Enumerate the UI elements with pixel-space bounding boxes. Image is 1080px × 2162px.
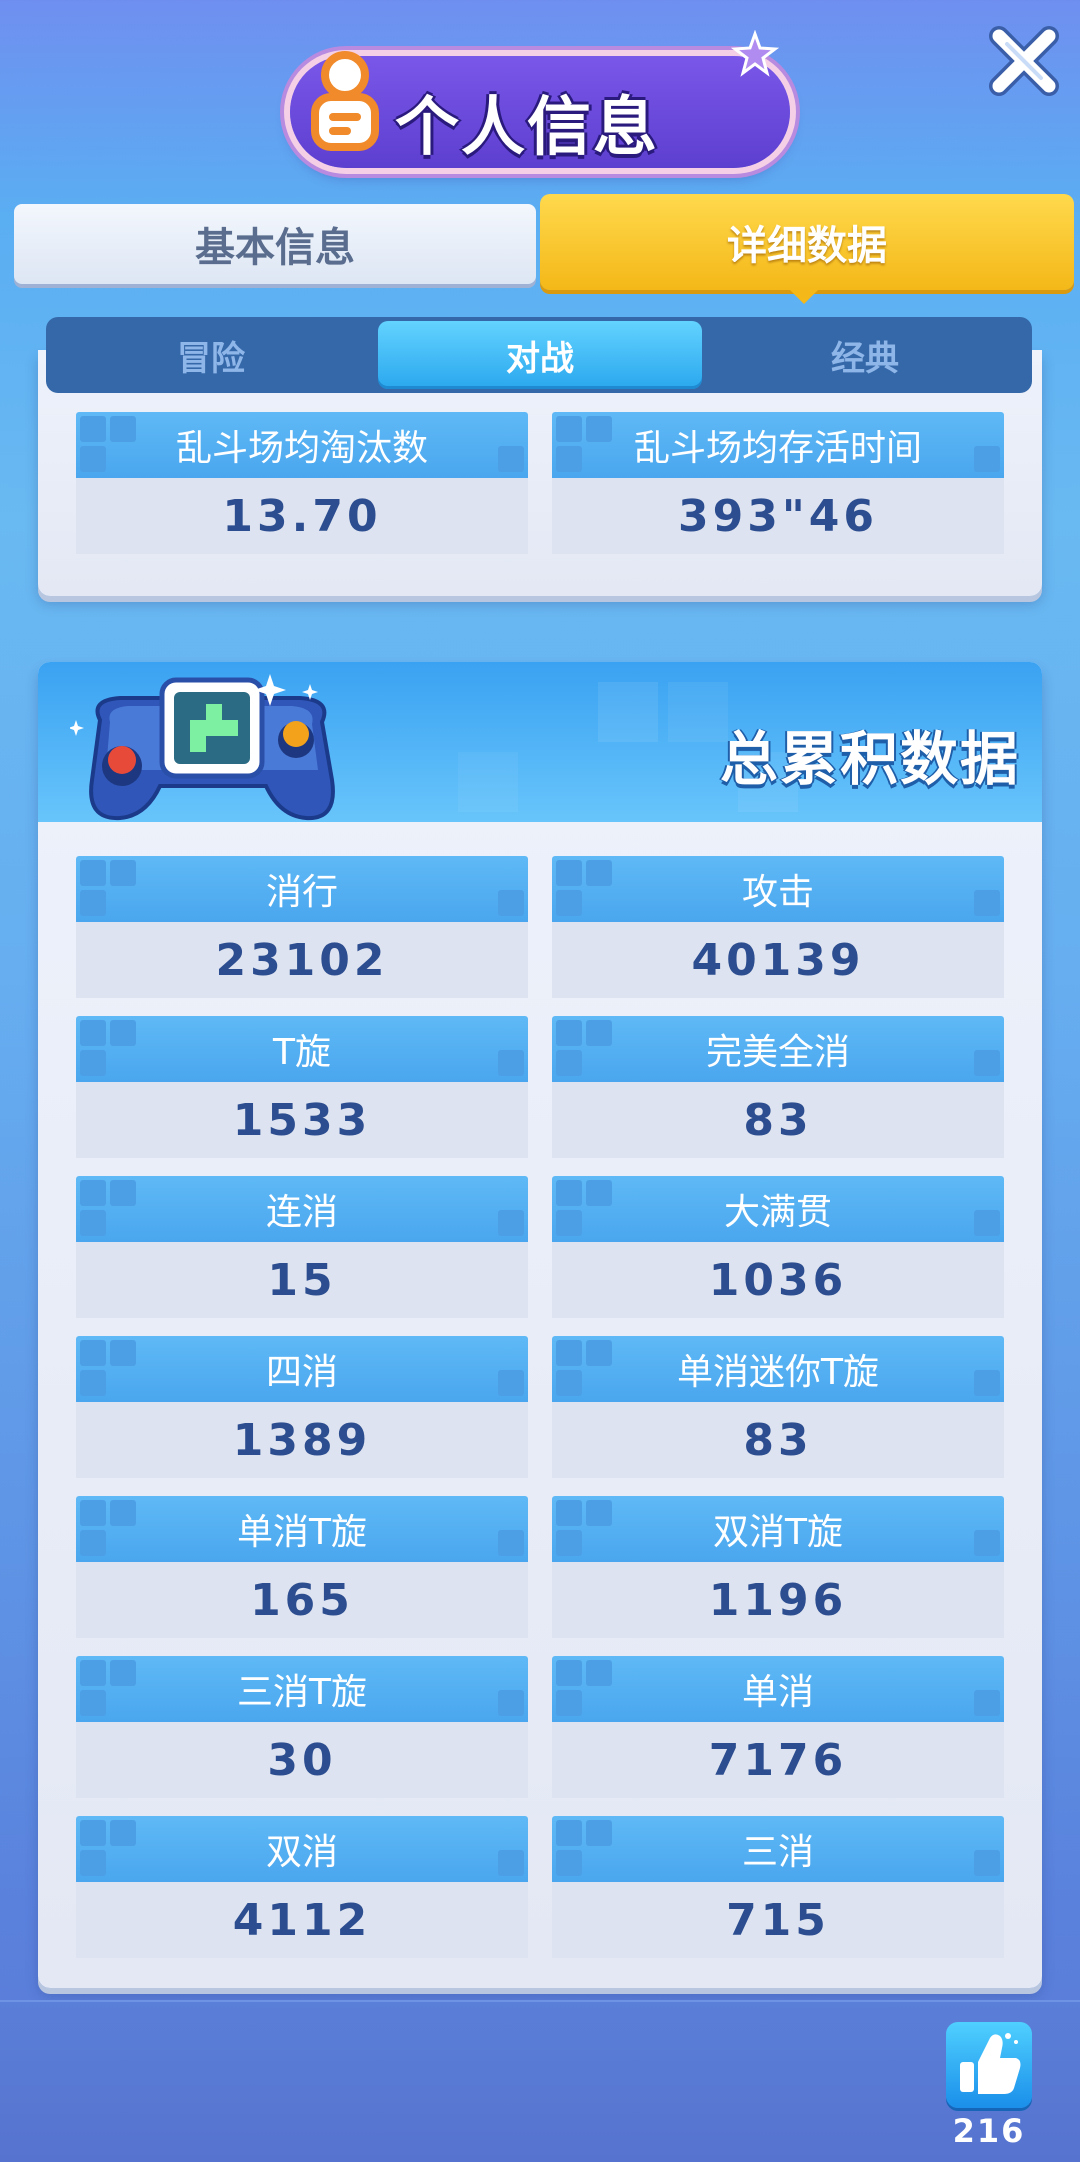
stat-cell-avg-eliminations: 乱斗场均淘汰数 13.70 — [76, 412, 528, 554]
stat-value: 1389 — [76, 1402, 528, 1478]
stat-label: 消行 — [76, 856, 528, 922]
tab-detailed-data[interactable]: 详细数据 — [540, 194, 1074, 290]
stat-cell: 单消 7176 — [552, 1656, 1004, 1798]
thumbs-up-icon — [960, 2033, 1021, 2094]
stat-label-text: 四消 — [265, 1352, 338, 1393]
stat-label: 乱斗场均淘汰数 — [76, 412, 528, 478]
stat-value: 23102 — [76, 922, 528, 998]
stat-label: 大满贯 — [552, 1176, 1004, 1242]
stat-cell: 消行 23102 — [76, 856, 528, 998]
stat-cell: 四消 1389 — [76, 1336, 528, 1478]
stat-cell: 单消T旋 165 — [76, 1496, 528, 1638]
page-title: 个人信息 — [395, 91, 659, 165]
stat-cell: 连消 15 — [76, 1176, 528, 1318]
stat-value: 15 — [76, 1242, 528, 1318]
stat-cell: 大满贯 1036 — [552, 1176, 1004, 1318]
like-count: 216 — [952, 2112, 1026, 2150]
stat-label: 单消T旋 — [76, 1496, 528, 1562]
stat-label: 攻击 — [552, 856, 1004, 922]
stat-label-text: 单消T旋 — [237, 1512, 367, 1553]
stat-label: 双消T旋 — [552, 1496, 1004, 1562]
stat-cell: 单消迷你T旋 83 — [552, 1336, 1004, 1478]
stat-label: 三消 — [552, 1816, 1004, 1882]
like-button[interactable] — [946, 2022, 1032, 2108]
stat-value: 1036 — [552, 1242, 1004, 1318]
stat-label: 乱斗场均存活时间 — [552, 412, 1004, 478]
gamepad-icon — [70, 674, 335, 821]
active-tab-pointer — [788, 288, 820, 304]
subtab-adventure[interactable]: 冒险 — [50, 321, 372, 389]
stat-value: 4112 — [76, 1882, 528, 1958]
subtab-classic[interactable]: 经典 — [702, 321, 1028, 389]
stat-label-text: 大满贯 — [723, 1192, 832, 1233]
stat-label-text: 乱斗场均存活时间 — [633, 428, 922, 469]
stat-value: 83 — [552, 1082, 1004, 1158]
stat-cell: T旋 1533 — [76, 1016, 528, 1158]
stat-cell: 三消T旋 30 — [76, 1656, 528, 1798]
stat-label: 单消 — [552, 1656, 1004, 1722]
bottom-bar — [0, 2000, 1080, 2162]
stat-cell: 三消 715 — [552, 1816, 1004, 1958]
stat-cell-avg-survival-time: 乱斗场均存活时间 393"46 — [552, 412, 1004, 554]
stat-label-text: 连消 — [265, 1192, 338, 1233]
stat-label: 三消T旋 — [76, 1656, 528, 1722]
stat-label-text: 三消T旋 — [237, 1672, 367, 1713]
cumulative-title: 总累积数据 — [719, 725, 1020, 793]
stat-label-text: 乱斗场均淘汰数 — [175, 428, 428, 469]
stat-label-text: 三消 — [741, 1832, 814, 1873]
stat-value: 1533 — [76, 1082, 528, 1158]
stat-label: 单消迷你T旋 — [552, 1336, 1004, 1402]
stat-cell: 双消T旋 1196 — [552, 1496, 1004, 1638]
stat-cell: 双消 4112 — [76, 1816, 528, 1958]
stat-label: T旋 — [76, 1016, 528, 1082]
stat-label-text: 单消 — [741, 1672, 814, 1713]
subtab-battle[interactable]: 对战 — [378, 321, 702, 389]
stat-value: 715 — [552, 1882, 1004, 1958]
stat-label: 双消 — [76, 1816, 528, 1882]
stat-value: 7176 — [552, 1722, 1004, 1798]
tab-basic-info[interactable]: 基本信息 — [14, 204, 536, 284]
star-icon — [730, 30, 780, 77]
stat-label: 四消 — [76, 1336, 528, 1402]
stat-label-text: 消行 — [265, 872, 338, 913]
stat-value: 393"46 — [552, 478, 1004, 554]
stat-label: 连消 — [76, 1176, 528, 1242]
stat-value: 165 — [76, 1562, 528, 1638]
close-icon[interactable] — [985, 22, 1063, 100]
stat-label-text: 双消T旋 — [713, 1512, 843, 1553]
stat-value: 13.70 — [76, 478, 528, 554]
stat-value: 40139 — [552, 922, 1004, 998]
stat-value: 1196 — [552, 1562, 1004, 1638]
stat-cell: 攻击 40139 — [552, 856, 1004, 998]
stat-label-text: 完美全消 — [705, 1032, 850, 1073]
stat-label-text: 双消 — [265, 1832, 338, 1873]
stat-label-text: 攻击 — [741, 872, 814, 913]
stat-value: 83 — [552, 1402, 1004, 1478]
stat-label-text: T旋 — [273, 1032, 331, 1073]
stat-cell: 完美全消 83 — [552, 1016, 1004, 1158]
stat-value: 30 — [76, 1722, 528, 1798]
stat-label: 完美全消 — [552, 1016, 1004, 1082]
profile-icon — [311, 51, 379, 151]
stat-label-text: 单消迷你T旋 — [677, 1352, 879, 1393]
